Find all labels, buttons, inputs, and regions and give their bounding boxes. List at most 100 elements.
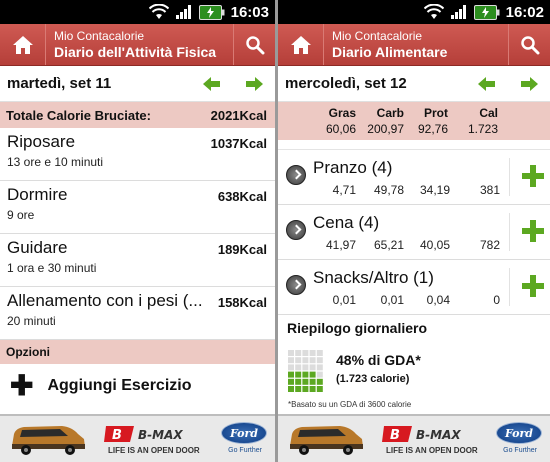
next-day-button[interactable] <box>508 76 550 91</box>
gda-cell <box>316 371 323 378</box>
activity-duration: 13 ore e 10 minuti <box>7 155 104 169</box>
bmax-text: B-MAX <box>416 428 461 442</box>
gda-cell <box>288 364 294 371</box>
ad-slogan: LIFE IS AN OPEN DOOR <box>108 446 200 455</box>
battery-icon <box>198 4 225 20</box>
ad-banner[interactable]: B B-MAX LIFE IS AN OPEN DOOR Ford Go Fur… <box>0 414 275 462</box>
options-header: Opzioni <box>0 340 275 364</box>
app-titles: Mio Contacalorie Diario Alimentare <box>324 24 508 65</box>
expand-icon[interactable] <box>286 220 306 240</box>
plus-icon[interactable] <box>522 165 544 187</box>
gda-cell <box>302 364 309 371</box>
previous-day-button[interactable] <box>466 76 508 91</box>
ford-logo: Ford <box>221 422 267 444</box>
screen-title: Diario Alimentare <box>332 43 448 60</box>
gda-cell <box>302 378 309 385</box>
meal-protein: 34,19 <box>419 183 450 197</box>
activity-item[interactable]: Riposare 13 ore e 10 minuti 1037Kcal <box>0 128 275 181</box>
daily-summary: Riepilogo giornaliero <box>278 315 550 336</box>
gda-cell <box>288 378 294 385</box>
clock: 16:02 <box>505 3 544 21</box>
gda-cell <box>302 386 309 392</box>
summary-title: Riepilogo giornaliero <box>287 320 428 336</box>
arrow-left-icon <box>478 76 495 91</box>
macro-label-fat: Gras <box>328 106 356 120</box>
meal-row-snacks[interactable]: Snacks/Altro (1) 0,01 0,01 0,04 0 <box>278 260 550 315</box>
gda-cell <box>295 357 302 364</box>
macro-total-carb: 200,97 <box>367 122 404 136</box>
row-divider <box>509 268 510 306</box>
row-divider <box>509 158 510 196</box>
activity-kcal: 158Kcal <box>217 295 267 310</box>
gda-cell <box>288 350 294 356</box>
expand-icon[interactable] <box>286 165 306 185</box>
meal-fat: 41,97 <box>325 238 356 252</box>
ad-tagline: Go Further <box>503 447 537 454</box>
home-button[interactable] <box>0 24 46 65</box>
exercise-diary-screen: 16:03 Mio Contacalorie Diario dell'Attiv… <box>0 0 275 462</box>
gda-cell <box>316 364 323 371</box>
activity-kcal: 638Kcal <box>217 189 267 204</box>
app-bar: Mio Contacalorie Diario Alimentare <box>278 24 550 66</box>
scroll-fade <box>278 140 550 150</box>
macro-total-fat: 60,06 <box>325 122 356 136</box>
activity-item[interactable]: Allenamento con i pesi (... 20 minuti 15… <box>0 287 275 340</box>
home-button[interactable] <box>278 24 324 65</box>
macro-totals-header: Gras Carb Prot Cal 60,06 200,97 92,76 1.… <box>278 102 550 140</box>
total-calories-label: Totale Calorie Bruciate: <box>6 107 151 123</box>
search-button[interactable] <box>233 24 275 65</box>
svg-text:B: B <box>390 428 400 443</box>
gda-note: *Basato su un GDA di 3600 calorie <box>288 400 412 409</box>
ad-banner[interactable]: B B-MAX LIFE IS AN OPEN DOOR Ford Go Fur… <box>278 414 550 462</box>
meal-calories: 0 <box>493 293 500 307</box>
gda-cell <box>302 357 309 364</box>
plus-icon[interactable] <box>522 220 544 242</box>
meal-protein: 40,05 <box>419 238 450 252</box>
activity-kcal: 1037Kcal <box>210 136 267 151</box>
car-image <box>12 426 85 455</box>
search-icon <box>520 35 539 54</box>
app-name: Mio Contacalorie <box>332 28 423 43</box>
app-titles: Mio Contacalorie Diario dell'Attività Fi… <box>46 24 233 65</box>
row-divider <box>509 213 510 251</box>
gda-cell <box>316 357 323 364</box>
food-diary-screen: 16:02 Mio Contacalorie Diario Alimentare… <box>278 0 550 462</box>
search-icon <box>245 35 264 54</box>
meal-carb: 0,01 <box>380 293 404 307</box>
meal-row-pranzo[interactable]: Pranzo (4) 4,71 49,78 34,19 381 <box>278 150 550 205</box>
meal-fat: 4,71 <box>332 183 356 197</box>
activity-item[interactable]: Guidare 1 ora e 30 minuti 189Kcal <box>0 234 275 287</box>
previous-day-button[interactable] <box>191 76 233 91</box>
add-exercise-button[interactable]: ✚ Aggiungi Esercizio <box>0 364 275 408</box>
expand-icon[interactable] <box>286 275 306 295</box>
gda-progress-grid <box>288 350 323 392</box>
bmax-logo: B B-MAX <box>382 426 461 443</box>
macro-total-protein: 92,76 <box>417 122 448 136</box>
macro-label-protein: Prot <box>424 106 448 120</box>
wifi-icon <box>148 4 169 19</box>
meal-calories: 782 <box>479 238 500 252</box>
gda-cell <box>295 364 302 371</box>
meal-calories: 381 <box>479 183 500 197</box>
status-bar: 16:03 <box>0 0 275 24</box>
next-day-button[interactable] <box>233 76 275 91</box>
gda-cell <box>288 386 294 392</box>
activity-item[interactable]: Dormire 9 ore 638Kcal <box>0 181 275 234</box>
search-button[interactable] <box>508 24 550 65</box>
signal-icon <box>450 5 466 19</box>
gda-cell <box>309 386 316 392</box>
meal-carb: 49,78 <box>373 183 404 197</box>
app-name: Mio Contacalorie <box>54 28 145 43</box>
gda-cell <box>302 371 309 378</box>
gda-cell <box>309 350 316 356</box>
bmax-logo: B B-MAX <box>104 426 183 443</box>
gda-cell <box>288 371 294 378</box>
meal-row-cena[interactable]: Cena (4) 41,97 65,21 40,05 782 <box>278 205 550 260</box>
total-calories-value: 2021Kcal <box>210 107 267 123</box>
activity-name: Guidare <box>7 238 68 257</box>
macro-label-carb: Carb <box>376 106 404 120</box>
meal-name: Cena (4) <box>313 213 380 232</box>
gda-cell <box>316 386 323 392</box>
home-icon <box>12 35 33 54</box>
plus-icon[interactable] <box>522 275 544 297</box>
